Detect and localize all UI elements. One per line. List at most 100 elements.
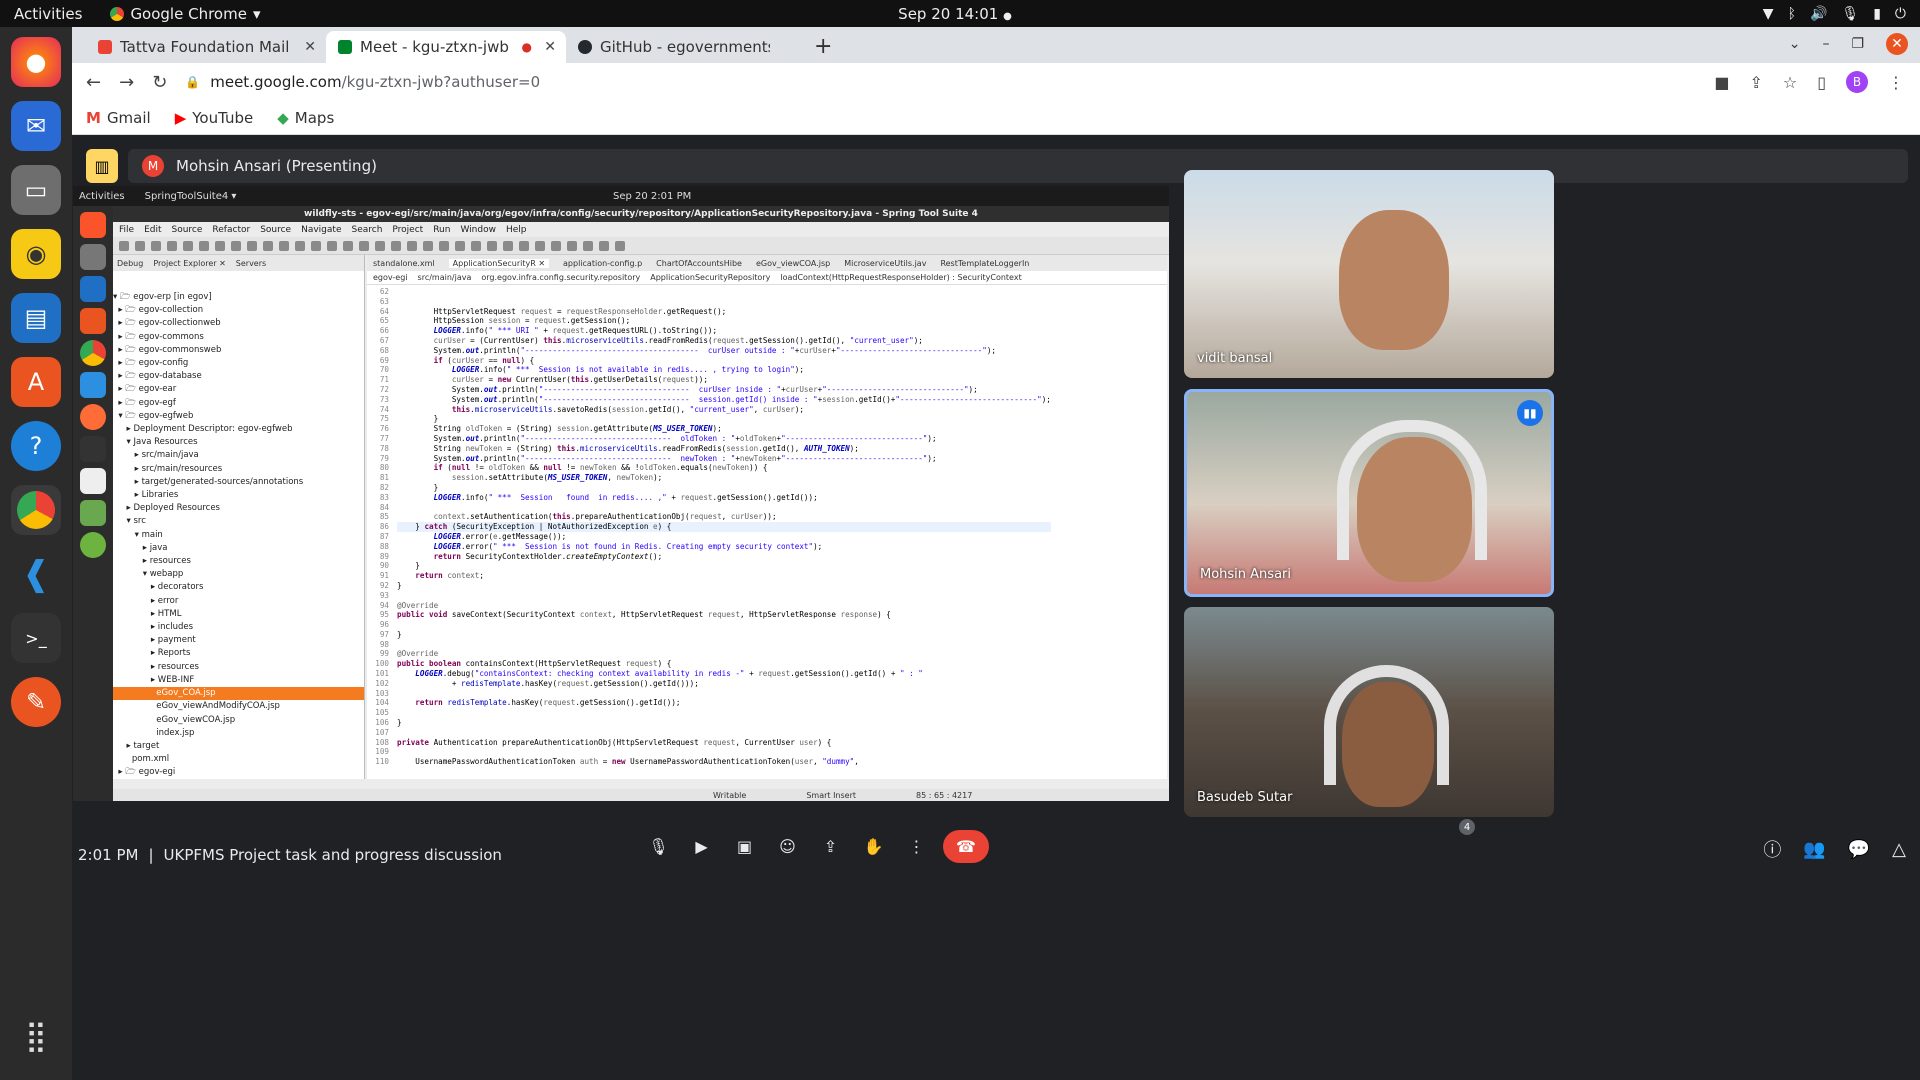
breadcrumb-item[interactable]: egov-egi xyxy=(373,273,408,282)
tree-item[interactable]: index.jsp xyxy=(113,727,364,740)
app-menu[interactable]: Google Chrome ▾ xyxy=(110,5,260,23)
tab-meet[interactable]: Meet - kgu-ztxn-jwb ● ✕ xyxy=(326,31,566,63)
tree-item[interactable]: ▸ Libraries xyxy=(113,489,364,502)
chrome-dock-icon[interactable] xyxy=(11,485,61,535)
info-icon[interactable]: ⓘ xyxy=(1763,836,1781,862)
editor-tab[interactable]: ApplicationSecurityR ✕ xyxy=(448,258,550,268)
show-apps-icon[interactable]: ⣿ xyxy=(25,1019,47,1054)
chat-icon[interactable]: 💬 xyxy=(1848,839,1870,860)
leave-call-button[interactable]: ☎ xyxy=(943,830,989,863)
window-close-icon[interactable]: ✕ xyxy=(1886,33,1908,55)
activities-icon[interactable]: △ xyxy=(1892,839,1906,860)
files-icon[interactable]: ▭ xyxy=(11,165,61,215)
bookmark-gmail[interactable]: M Gmail xyxy=(86,109,151,127)
libreoffice-writer-icon[interactable]: ▤ xyxy=(11,293,61,343)
editor-tab[interactable]: eGov_viewCOA.jsp xyxy=(756,259,830,268)
tree-item[interactable]: ▸ payment xyxy=(113,634,364,647)
tree-item[interactable]: ▸ decorators xyxy=(113,581,364,594)
side-panel-icon[interactable]: ▯ xyxy=(1817,73,1826,92)
omnibox[interactable]: 🔒 meet.google.com/kgu-ztxn-jwb?authuser=… xyxy=(185,67,1425,97)
breadcrumb-item[interactable]: loadContext(HttpRequestResponseHolder) :… xyxy=(780,273,1021,282)
restore-icon[interactable]: ❐ xyxy=(1851,36,1864,52)
editor-tab[interactable]: ChartOfAccountsHibe xyxy=(656,259,742,268)
star-icon[interactable]: ☆ xyxy=(1783,73,1797,92)
tree-item[interactable]: ▸ src/main/resources xyxy=(113,463,364,476)
editor-tab[interactable]: standalone.xml xyxy=(373,259,435,268)
tree-item[interactable]: ▾ 🗁 egov-erp [in egov] xyxy=(113,291,364,304)
present-button[interactable]: ⇪ xyxy=(814,830,847,863)
participant-tile[interactable]: vidit bansal xyxy=(1184,170,1554,378)
tree-item[interactable]: ▸ Reports xyxy=(113,647,364,660)
tab-search-icon[interactable]: ⌄ xyxy=(1789,36,1801,52)
tree-item[interactable]: ▸ target xyxy=(113,740,364,753)
tree-item[interactable]: ▾ webapp xyxy=(113,568,364,581)
bookmark-youtube[interactable]: ▶ YouTube xyxy=(175,109,254,127)
new-tab-button[interactable]: + xyxy=(814,34,832,63)
tree-item[interactable]: ▸ Deployment Descriptor: egov-egfweb xyxy=(113,423,364,436)
reload-icon[interactable]: ↻ xyxy=(152,72,167,93)
participant-tile[interactable]: ▮▮ Mohsin Ansari xyxy=(1184,389,1554,597)
breadcrumb-item[interactable]: org.egov.infra.config.security.repositor… xyxy=(481,273,640,282)
back-icon[interactable]: ← xyxy=(86,72,101,93)
breadcrumb-item[interactable]: ApplicationSecurityRepository xyxy=(650,273,770,282)
system-clock[interactable]: Sep 20 14:01 ● xyxy=(898,5,1012,23)
tab-mail[interactable]: Tattva Foundation Mail ✕ xyxy=(86,31,326,63)
tree-item[interactable]: ▸ 🗁 egov-config xyxy=(113,357,364,370)
shared-screen[interactable]: Activities SpringToolSuite4 ▾ Sep 20 2:0… xyxy=(73,186,1169,801)
editor-tab[interactable]: RestTemplateLoggerIn xyxy=(940,259,1029,268)
close-icon[interactable]: ✕ xyxy=(544,39,556,55)
share-icon[interactable]: ⇪ xyxy=(1749,73,1762,92)
tree-item[interactable]: ▸ 🗁 egov-collection xyxy=(113,304,364,317)
tree-item[interactable]: ▸ Deployed Resources xyxy=(113,502,364,515)
tree-item[interactable]: ▸ target/generated-sources/annotations xyxy=(113,476,364,489)
firefox-icon[interactable]: ● xyxy=(11,37,61,87)
tree-item[interactable]: ▸ resources xyxy=(113,661,364,674)
tree-item[interactable]: eGov_viewAndModifyCOA.jsp xyxy=(113,700,364,713)
thunderbird-icon[interactable]: ✉ xyxy=(11,101,61,151)
editor-tab[interactable]: application-config.p xyxy=(563,259,642,268)
tree-item[interactable]: eGov_COA.jsp xyxy=(113,687,364,701)
presentation-icon[interactable]: ▥ xyxy=(86,149,118,183)
pencil-app-icon[interactable]: ✎ xyxy=(11,677,61,727)
participant-tile[interactable]: Basudeb Sutar xyxy=(1184,607,1554,817)
tree-item[interactable]: ▸ error xyxy=(113,595,364,608)
tree-item[interactable]: ▸ resources xyxy=(113,555,364,568)
tree-item[interactable]: pom.xml xyxy=(113,753,364,766)
tree-item[interactable]: ▸ includes xyxy=(113,621,364,634)
more-options-button[interactable]: ⋮ xyxy=(900,830,933,863)
tree-item[interactable]: ▸ 🗁 egov-collectionweb xyxy=(113,317,364,330)
tree-item[interactable]: ▸ 🗁 egov-ear xyxy=(113,383,364,396)
bookmark-maps[interactable]: ◆ Maps xyxy=(277,109,334,127)
tree-item[interactable]: ▾ 🗁 egov-egfweb xyxy=(113,410,364,423)
tree-item[interactable]: ▸ HTML xyxy=(113,608,364,621)
rhythmbox-icon[interactable]: ◉ xyxy=(11,229,61,279)
captions-button[interactable]: ▣ xyxy=(728,830,761,863)
breadcrumb-item[interactable]: src/main/java xyxy=(418,273,472,282)
tree-item[interactable]: ▾ src xyxy=(113,515,364,528)
people-icon[interactable]: 👥 xyxy=(1803,839,1825,860)
terminal-icon[interactable]: >_ xyxy=(11,613,61,663)
help-icon[interactable]: ? xyxy=(11,421,61,471)
tree-item[interactable]: ▸ 🗁 egov-database xyxy=(113,370,364,383)
close-icon[interactable]: ✕ xyxy=(304,39,316,55)
tree-item[interactable]: ▸ 🗁 egov-commonsweb xyxy=(113,344,364,357)
tree-item[interactable]: ▾ Java Resources xyxy=(113,436,364,449)
kebab-menu-icon[interactable]: ⋮ xyxy=(1888,73,1904,92)
camera-icon[interactable]: ■ xyxy=(1714,73,1729,92)
tree-item[interactable]: ▸ src/main/java xyxy=(113,449,364,462)
profile-avatar[interactable]: B xyxy=(1846,71,1868,93)
minimize-icon[interactable]: – xyxy=(1822,36,1829,52)
emoji-button[interactable]: ☺ xyxy=(771,830,804,863)
software-center-icon[interactable]: A xyxy=(11,357,61,407)
editor-tab[interactable]: MicroserviceUtils.jav xyxy=(844,259,926,268)
tree-item[interactable]: ▸ 🗁 egov-commons xyxy=(113,331,364,344)
tree-item[interactable]: ▾ main xyxy=(113,529,364,542)
tree-item[interactable]: eGov_viewCOA.jsp xyxy=(113,714,364,727)
tree-item[interactable]: ▸ 🗁 egov-egf xyxy=(113,397,364,410)
tree-item[interactable]: ▸ WEB-INF xyxy=(113,674,364,687)
tree-item[interactable]: ▸ java xyxy=(113,542,364,555)
forward-icon[interactable]: → xyxy=(119,72,134,93)
system-tray[interactable]: ▼ ᛒ 🔊 🎙 ▮ ⏻ xyxy=(1763,6,1906,22)
activities-button[interactable]: Activities xyxy=(14,5,82,23)
microphone-button[interactable]: 🎙 xyxy=(642,830,675,863)
